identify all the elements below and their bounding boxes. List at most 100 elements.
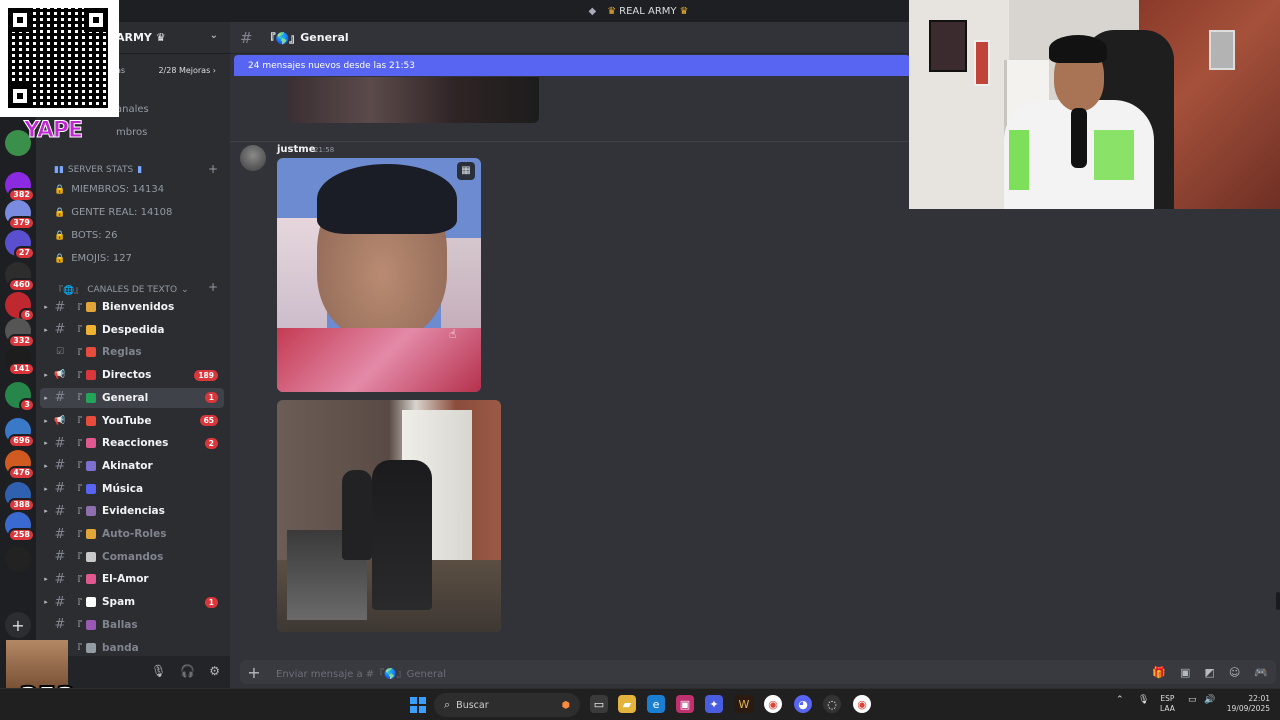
expand-arrow-icon[interactable]: ▸ (40, 326, 52, 334)
server-icon[interactable]: 141 (5, 346, 35, 376)
file-explorer-icon[interactable]: ▰ (618, 695, 636, 713)
mention-badge: 3 (19, 398, 35, 412)
app-icon[interactable]: ▣ (676, 695, 694, 713)
channel-label: El-Amor (102, 573, 149, 586)
channel-bienvenidos[interactable]: ▸ # 『 Bienvenidos (40, 297, 224, 317)
server-icon[interactable]: 460 (5, 262, 35, 292)
channel-despedida[interactable]: ▸ # 『 Despedida (40, 320, 224, 340)
channel-ballas[interactable]: # 『 Ballas (40, 615, 224, 635)
add-channel-icon[interactable]: + (208, 162, 218, 176)
volume-icon[interactable]: 🔊 (1204, 695, 1215, 705)
channel-emoji-icon (86, 506, 96, 517)
chart-icon: ▮ (137, 165, 143, 175)
new-messages-bar[interactable]: 24 mensajes nuevos desde las 21:53 (234, 55, 910, 76)
server-icon[interactable]: 388 (5, 482, 35, 512)
clock[interactable]: 22:01 19/09/2025 (1226, 694, 1270, 714)
category-server-stats[interactable]: ▮▮ SERVER STATS ▮ (54, 165, 142, 175)
expand-arrow-icon[interactable]: ▸ (40, 371, 52, 379)
taskbar-search[interactable]: ⌕ Buscar ⬢ (434, 693, 580, 717)
stats-channel[interactable]: 🔒 BOTS: 26 (54, 230, 118, 241)
expand-arrow-icon[interactable]: ▸ (40, 303, 52, 311)
avatar[interactable] (240, 145, 266, 171)
chevron-up-icon[interactable]: ⌃ (1116, 695, 1124, 705)
boost-progress[interactable]: 2/28 Mejoras › (158, 66, 216, 75)
scrollbar[interactable] (1276, 592, 1280, 610)
headphones-icon[interactable]: 🎧 (180, 664, 195, 678)
expand-arrow-icon[interactable]: ▸ (40, 575, 52, 583)
add-attachment-icon[interactable]: + (240, 663, 268, 682)
server-icon[interactable]: 332 (5, 318, 35, 348)
stats-channel[interactable]: 🔒 EMOJIS: 127 (54, 253, 132, 264)
copilot-icon[interactable]: ✦ (705, 695, 723, 713)
channel-youtube[interactable]: ▸ 📢 『 YouTube 65 (40, 411, 224, 431)
expand-arrow-icon[interactable]: ▸ (40, 417, 52, 425)
server-icon[interactable] (5, 546, 31, 572)
server-icon[interactable]: 379 (5, 200, 35, 230)
category-text-channels[interactable]: 『🌐』 CANALES DE TEXTO ⌄ (54, 283, 189, 297)
server-icon[interactable]: 6 (5, 292, 35, 322)
image-attachment-selfie[interactable]: ▦ (277, 158, 481, 392)
sticker-icon[interactable]: ◩ (1204, 666, 1214, 679)
previous-image-attachment[interactable] (287, 77, 539, 123)
expand-arrow-icon[interactable]: ▸ (40, 462, 52, 470)
add-channel-icon[interactable]: + (208, 280, 218, 294)
server-icon[interactable]: 476 (5, 450, 35, 480)
network-icon[interactable]: ▭ (1188, 695, 1197, 705)
expand-arrow-icon[interactable]: ▸ (40, 394, 52, 402)
discord-icon: ◆ (588, 5, 597, 17)
composer-placeholder[interactable]: Enviar mensaje a #『🌎』General (268, 665, 1152, 680)
browse-channels[interactable]: anales (116, 104, 149, 115)
gear-icon[interactable]: ⚙ (209, 664, 220, 678)
game-icon[interactable]: W (735, 695, 753, 713)
channel-el-amor[interactable]: ▸ # 『 El-Amor (40, 569, 224, 589)
gif-icon[interactable]: ▣ (1180, 666, 1190, 679)
rules-icon: ☑ (55, 347, 65, 358)
channel-emoji-icon (86, 483, 96, 494)
message-timestamp: 21:58 (314, 146, 335, 154)
message-composer[interactable]: + Enviar mensaje a #『🌎』General 🎁 ▣ ◩ ☺ 🎮 (240, 660, 1276, 684)
channel-general[interactable]: ▸ # 『 General 1 (40, 387, 224, 408)
chrome-icon[interactable]: ◉ (853, 695, 871, 713)
discord-icon[interactable]: ◕ (794, 695, 812, 713)
server-icon[interactable]: 27 (5, 230, 35, 260)
message-author[interactable]: justme (277, 144, 315, 155)
stats-channel[interactable]: 🔒 MIEMBROS: 14134 (54, 184, 164, 195)
channel-directos[interactable]: ▸ 📢 『 Directos 189 (40, 365, 224, 385)
language-indicator[interactable]: ESP LAA (1160, 694, 1175, 714)
emoji-icon[interactable]: ☺ (1229, 666, 1240, 679)
windows-start-icon[interactable] (410, 697, 426, 713)
add-server-icon[interactable]: + (5, 612, 31, 638)
server-icon[interactable]: 696 (5, 418, 35, 448)
apps-icon[interactable]: 🎮 (1254, 666, 1268, 679)
stats-channel[interactable]: 🔒 GENTE REAL: 14108 (54, 207, 172, 218)
channel-spam[interactable]: ▸ # 『 Spam 1 (40, 592, 224, 612)
microphone-icon[interactable]: 🎙 (151, 664, 166, 678)
channel-evidencias[interactable]: ▸ # 『 Evidencias (40, 501, 224, 521)
channel-akinator[interactable]: ▸ # 『 Akinator (40, 456, 224, 476)
app-root: ◆ ♛ REAL ARMY ♛ 382 379 27 460 6 332 141 3 696 47… (0, 0, 1280, 720)
server-icon[interactable]: 258 (5, 512, 35, 542)
image-actions-icon[interactable]: ▦ (457, 162, 475, 180)
expand-arrow-icon[interactable]: ▸ (40, 507, 52, 515)
microphone-icon[interactable]: 🎙 (1138, 695, 1149, 705)
image-attachment-kitchen[interactable] (277, 400, 501, 632)
members-link[interactable]: mbros (116, 127, 147, 138)
server-icon[interactable]: 382 (5, 172, 35, 202)
chrome-icon[interactable]: ◉ (764, 695, 782, 713)
gift-icon[interactable]: 🎁 (1152, 666, 1166, 679)
expand-arrow-icon[interactable]: ▸ (40, 598, 52, 606)
channel-label: Comandos (102, 550, 164, 563)
obs-icon[interactable]: ◌ (823, 695, 841, 713)
edge-icon[interactable]: e (647, 695, 665, 713)
task-view-icon[interactable]: ▭ (590, 695, 608, 713)
channel-música[interactable]: ▸ # 『 Música (40, 479, 224, 499)
channel-auto-roles[interactable]: # 『 Auto-Roles (40, 524, 224, 544)
channel-emoji-icon (86, 392, 96, 403)
expand-arrow-icon[interactable]: ▸ (40, 439, 52, 447)
server-avatar (5, 546, 31, 572)
expand-arrow-icon[interactable]: ▸ (40, 485, 52, 493)
server-icon[interactable]: 3 (5, 382, 35, 412)
channel-reacciones[interactable]: ▸ # 『 Reacciones 2 (40, 433, 224, 453)
channel-comandos[interactable]: # 『 Comandos (40, 547, 224, 567)
channel-reglas[interactable]: ☑ 『 Reglas (40, 342, 224, 362)
